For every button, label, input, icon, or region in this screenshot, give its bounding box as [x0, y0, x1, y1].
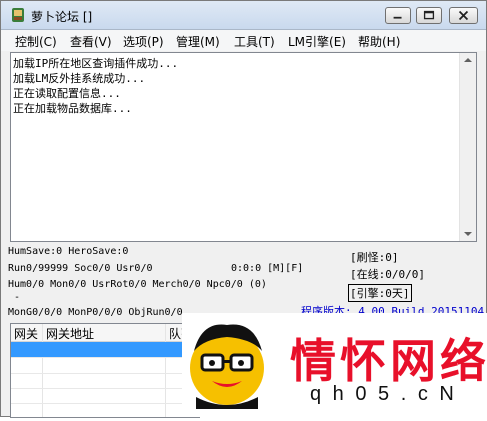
maximize-icon	[423, 10, 435, 20]
table-row[interactable]	[11, 373, 199, 389]
log-panel[interactable]: 加载IP所在地区查询插件成功... 加载LM反外挂系统成功... 正在读取配置信…	[10, 52, 477, 242]
menu-manage[interactable]: 管理(M)	[176, 33, 220, 50]
log-line: 正在读取配置信息...	[13, 87, 121, 100]
log-lines: 加载IP所在地区查询插件成功... 加载LM反外挂系统成功... 正在读取配置信…	[13, 56, 178, 116]
table-row[interactable]	[11, 388, 199, 404]
log-line: 加载LM反外挂系统成功...	[13, 72, 146, 85]
maximize-button[interactable]	[416, 7, 442, 24]
menu-bar: 控制(C) 查看(V) 选项(P) 管理(M) 工具(T) LM引擎(E) 帮助…	[1, 30, 486, 51]
app-icon	[12, 8, 24, 22]
engine-status: [引擎:0天]	[348, 284, 412, 302]
menu-options[interactable]: 选项(P)	[123, 33, 164, 50]
table-row[interactable]	[11, 358, 199, 374]
status-time: 0:0:0 [M][F]	[231, 263, 304, 274]
status-save: HumSave:0 HeroSave:0	[8, 246, 129, 257]
status-monsters: MonG0/0/0 MonP0/0/0 ObjRun0/0	[8, 307, 183, 318]
column-header[interactable]: 网关	[14, 325, 38, 342]
window-title: 萝卜论坛 []	[31, 10, 93, 24]
menu-tools[interactable]: 工具(T)	[234, 33, 275, 50]
scroll-up-icon[interactable]	[464, 58, 472, 62]
log-line: 加载IP所在地区查询插件成功...	[13, 57, 179, 70]
status-dash: -	[14, 292, 21, 303]
table-row[interactable]	[11, 342, 199, 358]
status-run: Run0/99999 Soc0/0 Usr0/0	[8, 263, 153, 274]
menu-control[interactable]: 控制(C)	[15, 33, 57, 50]
log-scrollbar[interactable]	[459, 53, 476, 241]
table-header: 网关 网关地址 队列	[11, 324, 199, 342]
close-icon	[458, 10, 469, 21]
gateway-table[interactable]: 网关 网关地址 队列	[10, 323, 200, 418]
refresh-status: [刷怪:0]	[350, 251, 399, 264]
minimize-button[interactable]	[385, 7, 411, 24]
menu-lm-engine[interactable]: LM引擎(E)	[288, 33, 346, 50]
title-bar[interactable]: 萝卜论坛 []	[1, 1, 486, 30]
log-line: 正在加载物品数据库...	[13, 102, 132, 115]
status-counts: Hum0/0 Mon0/0 UsrRot0/0 Merch0/0 Npc0/0 …	[8, 279, 267, 290]
online-status: [在线:0/0/0]	[350, 268, 425, 281]
column-header[interactable]: 网关地址	[46, 325, 94, 342]
watermark-title: 情怀网络	[290, 334, 487, 388]
close-button[interactable]	[449, 7, 478, 24]
scroll-down-icon[interactable]	[464, 232, 472, 236]
watermark-overlay: 情怀网络 q h 0 5 . c N	[182, 313, 487, 417]
menu-view[interactable]: 查看(V)	[70, 33, 112, 50]
minimize-icon	[393, 16, 402, 19]
table-row[interactable]	[11, 403, 199, 417]
watermark-url: q h 0 5 . c N	[310, 383, 457, 405]
menu-help[interactable]: 帮助(H)	[358, 33, 400, 50]
